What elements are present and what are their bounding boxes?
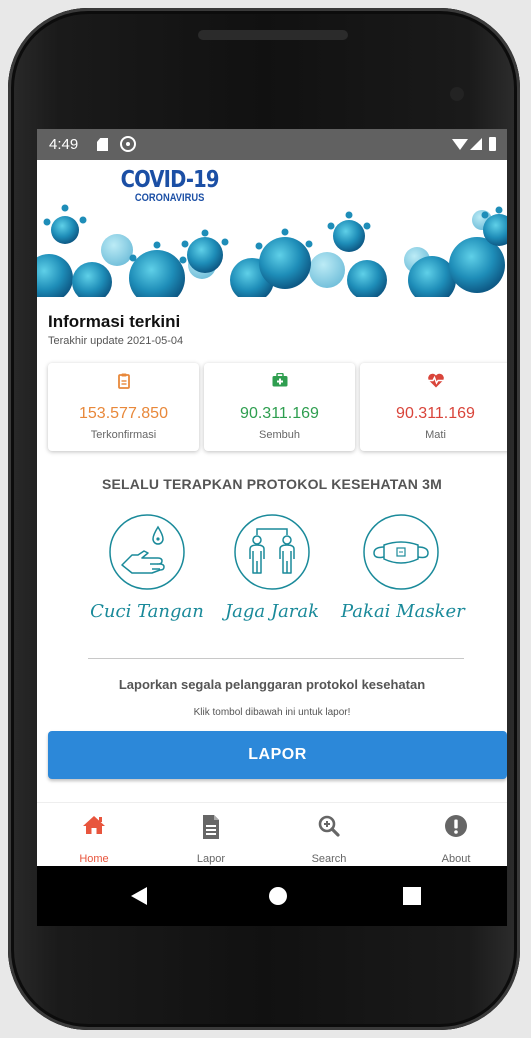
nav-home[interactable]: Home	[54, 803, 134, 867]
deaths-label: Mati	[425, 429, 446, 441]
sd-card-icon	[97, 138, 108, 151]
heartbeat-icon	[427, 373, 445, 393]
protocol-item-pakai-masker: Pakai Masker	[341, 513, 465, 622]
medkit-icon	[272, 372, 288, 392]
home-icon	[82, 815, 106, 840]
protocol-label-pakai-masker: Pakai Masker	[341, 601, 465, 622]
sync-icon	[120, 136, 136, 152]
wifi-icon	[452, 139, 468, 150]
last-update-text: Terakhir update 2021-05-04	[48, 335, 184, 347]
home-button[interactable]	[269, 887, 287, 905]
recovered-value: 90.311.169	[240, 405, 319, 422]
nav-about[interactable]: About	[416, 803, 496, 867]
deaths-value: 90.311.169	[396, 405, 475, 422]
nav-lapor-label: Lapor	[196, 853, 226, 865]
report-text: Laporkan segala pelanggaran protokol kes…	[118, 677, 426, 692]
recovered-card: 90.311.169 Sembuh	[204, 363, 355, 451]
deaths-card: 90.311.169 Mati	[360, 363, 507, 451]
app-screen: 4:49 COVID-19 CORONAVIRUS Informasi terk…	[37, 129, 507, 926]
confirmed-label: Terkonfirmasi	[90, 429, 157, 441]
info-icon	[445, 815, 467, 842]
bottom-navigation: Home Lapor Search About	[37, 802, 507, 867]
confirmed-value: 153.577.850	[79, 405, 168, 422]
system-navigation-bar	[37, 866, 507, 926]
recovered-label: Sembuh	[259, 429, 300, 441]
virus-illustration	[37, 204, 507, 297]
status-time: 4:49	[49, 136, 79, 153]
signal-icon	[470, 138, 482, 150]
protocol-label-cuci-tangan: Cuci Tangan	[90, 601, 204, 622]
protocol-heading: SELALU TERAPKAN PROTOKOL KESEHATAN 3M	[101, 476, 443, 492]
report-hint: Klik tombol dibawah ini untuk lapor!	[193, 707, 351, 718]
nav-search-label: Search	[311, 853, 347, 865]
mask-icon	[363, 514, 439, 590]
status-bar: 4:49	[37, 129, 507, 160]
protocol-item-cuci-tangan: Cuci Tangan	[87, 513, 207, 622]
section-divider	[88, 658, 464, 659]
nav-search[interactable]: Search	[289, 803, 369, 867]
front-camera	[450, 87, 464, 101]
nav-about-label: About	[441, 853, 471, 865]
hand-wash-icon	[109, 514, 185, 590]
info-title: Informasi terkini	[48, 312, 181, 331]
nav-home-label: Home	[79, 853, 109, 865]
covid-banner: COVID-19 CORONAVIRUS	[37, 160, 507, 297]
battery-icon	[489, 137, 496, 151]
search-icon	[318, 815, 340, 842]
lapor-button[interactable]: LAPOR	[48, 731, 507, 779]
protocol-label-jaga-jarak: Jaga Jarak	[224, 601, 320, 622]
document-icon	[202, 815, 220, 844]
clipboard-icon	[117, 373, 130, 394]
back-button[interactable]	[131, 887, 147, 905]
distance-icon	[234, 514, 310, 590]
protocol-item-jaga-jarak: Jaga Jarak	[212, 513, 332, 622]
earpiece-speaker	[198, 30, 348, 40]
nav-lapor[interactable]: Lapor	[171, 803, 251, 867]
confirmed-card: 153.577.850 Terkonfirmasi	[48, 363, 199, 451]
recents-button[interactable]	[403, 887, 421, 905]
